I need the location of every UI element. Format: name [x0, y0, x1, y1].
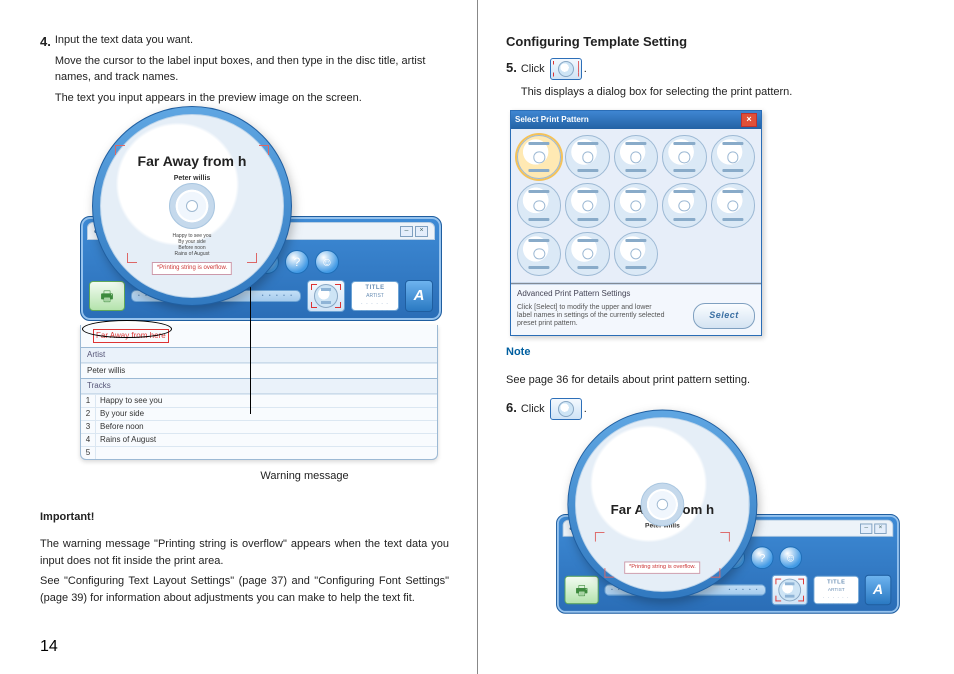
close-button[interactable]: × — [874, 523, 886, 533]
track-row[interactable]: 5 — [81, 446, 437, 459]
advanced-settings-text: Click [Select] to modify the upper and l… — [517, 304, 667, 329]
step-5-desc: This displays a dialog box for selecting… — [521, 84, 792, 101]
dialog-close-button[interactable]: × — [741, 113, 757, 127]
pattern-select-button[interactable] — [307, 280, 345, 312]
disc-title-text: Far Away from h — [101, 151, 283, 172]
disc-preview: Far Away from h Peter willis Happy to se… — [92, 106, 292, 306]
print-pattern-option[interactable] — [565, 135, 609, 179]
pattern-button-icon — [550, 58, 582, 80]
artist-input[interactable]: Peter willis — [81, 363, 437, 378]
section-heading: Configuring Template Setting — [506, 32, 914, 52]
important-p1: The warning message "Printing string is … — [40, 536, 449, 569]
print-pattern-option[interactable] — [517, 232, 561, 276]
overflow-warning-label: *Printing string is overflow. — [624, 562, 700, 574]
print-pattern-option[interactable] — [614, 135, 658, 179]
minimize-button[interactable]: – — [400, 226, 413, 237]
print-pattern-option[interactable] — [711, 135, 755, 179]
note-label: Note — [506, 344, 914, 361]
print-pattern-option[interactable] — [614, 183, 658, 227]
step-5-line: Click . — [521, 58, 792, 80]
label-preview-panel: TITLE ARTIST · · · · · · · · · · · · — [813, 576, 859, 605]
app-screenshot-figure: Far Away from h Peter willis Happy to se… — [40, 216, 449, 460]
track-row[interactable]: 4Rains of August — [81, 433, 437, 446]
text-input-panel: Far Away from here Artist Peter willis T… — [80, 325, 438, 460]
step-4-line-1: Input the text data you want. — [55, 32, 449, 49]
advanced-select-button[interactable]: Select — [693, 303, 755, 329]
tracks-section-label: Tracks — [81, 378, 437, 394]
print-pattern-option[interactable] — [517, 135, 561, 179]
dialog-title-text: Select Print Pattern — [515, 114, 589, 126]
user-button[interactable]: ☺ — [315, 250, 339, 274]
pattern-select-button[interactable] — [772, 575, 808, 605]
disc-title-input[interactable]: Far Away from here — [93, 329, 169, 343]
print-pattern-option[interactable] — [662, 135, 706, 179]
print-pattern-option[interactable] — [614, 232, 658, 276]
important-label: Important! — [40, 509, 449, 526]
step-4-line-2: Move the cursor to the label input boxes… — [55, 53, 449, 86]
print-pattern-option[interactable] — [565, 183, 609, 227]
minimize-button[interactable]: – — [860, 523, 872, 533]
step-5-number: 5. — [506, 58, 517, 105]
label-preview-panel: TITLE ARTIST · · · · · · · · · · · · — [351, 281, 399, 311]
track-row[interactable]: 1Happy to see you — [81, 394, 437, 407]
step-6-number: 6. — [506, 398, 517, 424]
step-4-number: 4. — [40, 32, 51, 110]
print-pattern-option[interactable] — [565, 232, 609, 276]
dialog-titlebar: Select Print Pattern × — [511, 111, 761, 129]
print-pattern-option[interactable] — [662, 183, 706, 227]
label-printer-app: Far Away from h Peter willis Happy to se… — [80, 216, 449, 321]
disc-preview: Far Away from h Peter willis *Printing s… — [567, 410, 757, 600]
step-4-body: Input the text data you want. Move the c… — [55, 32, 449, 110]
step-5: 5. Click . This displays a dialog box fo… — [506, 58, 914, 105]
important-p2: See "Configuring Text Layout Settings" (… — [40, 573, 449, 606]
font-button[interactable]: A — [865, 575, 892, 605]
step-4-line-3: The text you input appears in the previe… — [55, 90, 449, 107]
artist-section-label: Artist — [81, 347, 437, 363]
user-button[interactable]: ☺ — [779, 547, 802, 570]
font-button[interactable]: A — [405, 280, 433, 312]
note-text: See page 36 for details about print patt… — [506, 372, 914, 389]
advanced-settings-label: Advanced Print Pattern Settings — [511, 284, 761, 301]
print-pattern-option[interactable] — [517, 183, 561, 227]
page-number: 14 — [40, 638, 58, 656]
overflow-warning-label: *Printing string is overflow. — [152, 262, 232, 275]
track-row[interactable]: 3Before noon — [81, 420, 437, 433]
print-pattern-option[interactable] — [711, 183, 755, 227]
pattern-grid — [511, 129, 761, 284]
warning-caption: Warning message — [160, 468, 449, 485]
track-row[interactable]: 2By your side — [81, 407, 437, 420]
step-4: 4. Input the text data you want. Move th… — [40, 32, 449, 110]
select-print-pattern-dialog: Select Print Pattern × Advanced Print Pa… — [510, 110, 762, 336]
close-button[interactable]: × — [415, 226, 428, 237]
label-printer-app-secondary: Far Away from h Peter willis *Printing s… — [556, 514, 896, 614]
